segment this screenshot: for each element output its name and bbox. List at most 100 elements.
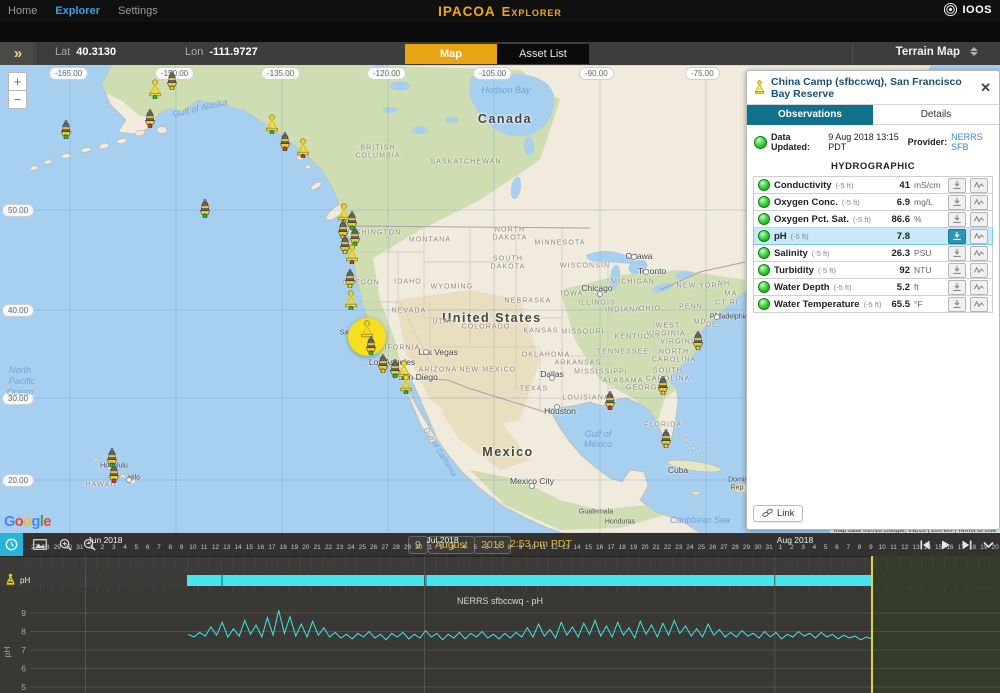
day-tick-label[interactable]: 29	[743, 544, 750, 551]
day-tick-label[interactable]: 13	[562, 544, 569, 551]
day-tick-label[interactable]: 26	[709, 544, 716, 551]
day-tick-label[interactable]: 8	[168, 544, 172, 551]
buoy-marker[interactable]	[344, 244, 360, 264]
buoy-marker[interactable]	[106, 463, 122, 483]
buoy-marker[interactable]	[277, 131, 293, 151]
day-tick-label[interactable]: 27	[31, 544, 38, 551]
day-tick-label[interactable]: 29	[54, 544, 61, 551]
day-tick-label[interactable]: 2	[101, 544, 105, 551]
day-tick-label[interactable]: 30	[754, 544, 761, 551]
observation-row-turbidity[interactable]: Turbidity(-5 ft)92NTU	[753, 262, 993, 279]
day-tick-label[interactable]: 7	[846, 544, 850, 551]
day-tick-label[interactable]: 11	[540, 544, 547, 551]
day-tick-label[interactable]: 2	[440, 544, 444, 551]
observation-row-salinity[interactable]: Salinity(-5 ft)26.3PSU	[753, 245, 993, 262]
day-tick-label[interactable]: 21	[653, 544, 660, 551]
day-tick-label[interactable]: 25	[698, 544, 705, 551]
day-tick-label[interactable]: 18	[619, 544, 626, 551]
basemap-selector[interactable]: Terrain Map	[896, 46, 960, 58]
day-tick-label[interactable]: 20	[992, 544, 999, 551]
sparkline-button[interactable]	[970, 280, 988, 295]
buoy-marker[interactable]	[398, 374, 414, 394]
day-tick-label[interactable]: 15	[935, 544, 942, 551]
download-button[interactable]	[948, 229, 966, 244]
buoy-marker[interactable]	[147, 79, 163, 99]
day-tick-label[interactable]: 4	[462, 544, 466, 551]
observation-row-ph[interactable]: pH(-5 ft)7.8	[753, 228, 993, 245]
day-tick-label[interactable]: 9	[869, 544, 873, 551]
download-button[interactable]	[948, 263, 966, 278]
buoy-marker[interactable]	[658, 428, 674, 448]
buoy-marker[interactable]	[295, 138, 311, 158]
panel-tab-details[interactable]: Details	[873, 105, 999, 125]
day-tick-label[interactable]: 27	[381, 544, 388, 551]
day-tick-label[interactable]: 16	[946, 544, 953, 551]
provider-link[interactable]: NERRS SFB	[951, 132, 992, 152]
day-tick-label[interactable]: 10	[879, 544, 886, 551]
day-tick-label[interactable]: 1	[428, 544, 432, 551]
day-tick-label[interactable]: 21	[314, 544, 321, 551]
buoy-marker[interactable]	[343, 290, 359, 310]
nav-item-explorer[interactable]: Explorer	[55, 5, 100, 17]
day-tick-label[interactable]: 18	[969, 544, 976, 551]
day-tick-label[interactable]: 19	[980, 544, 987, 551]
basemap-selector-arrows-icon[interactable]	[970, 47, 978, 56]
day-tick-label[interactable]: 3	[801, 544, 805, 551]
day-tick-label[interactable]: 4	[123, 544, 127, 551]
buoy-marker[interactable]	[342, 268, 358, 288]
day-tick-label[interactable]: 1	[779, 544, 783, 551]
day-tick-label[interactable]: 12	[551, 544, 558, 551]
buoy-marker[interactable]	[58, 119, 74, 139]
observation-row-water-temperature[interactable]: Water Temperature(-5 ft)65.5°F	[753, 296, 993, 313]
buoy-marker[interactable]	[690, 330, 706, 350]
day-tick-label[interactable]: 11	[201, 544, 208, 551]
day-tick-label[interactable]: 3	[451, 544, 455, 551]
sparkline-button[interactable]	[970, 263, 988, 278]
day-tick-label[interactable]: 25	[359, 544, 366, 551]
day-tick-label[interactable]: 7	[496, 544, 500, 551]
time-mode-button[interactable]	[0, 533, 23, 556]
day-tick-label[interactable]: 22	[325, 544, 332, 551]
sparkline-button[interactable]	[970, 297, 988, 312]
download-button[interactable]	[948, 195, 966, 210]
day-tick-label[interactable]: 23	[336, 544, 343, 551]
sparkline-button[interactable]	[970, 229, 988, 244]
day-tick-label[interactable]: 14	[234, 544, 241, 551]
timeline-cursor[interactable]	[871, 556, 873, 693]
day-tick-label[interactable]: 6	[835, 544, 839, 551]
day-tick-label[interactable]: 28	[393, 544, 400, 551]
day-tick-label[interactable]: 23	[675, 544, 682, 551]
day-tick-label[interactable]: 11	[890, 544, 897, 551]
buoy-marker[interactable]	[164, 70, 180, 90]
day-tick-label[interactable]: 27	[720, 544, 727, 551]
download-button[interactable]	[948, 246, 966, 261]
day-tick-label[interactable]: 28	[732, 544, 739, 551]
sparkline-button[interactable]	[970, 195, 988, 210]
day-tick-label[interactable]: 31	[766, 544, 773, 551]
day-tick-label[interactable]: 16	[596, 544, 603, 551]
day-tick-label[interactable]: 13	[223, 544, 230, 551]
observation-row-conductivity[interactable]: Conductivity(-5 ft)41mS/cm	[753, 176, 993, 194]
buoy-marker[interactable]	[142, 108, 158, 128]
observation-row-oxygen-conc-[interactable]: Oxygen Conc.(-5 ft)6.9mg/L	[753, 194, 993, 211]
day-tick-label[interactable]: 3	[112, 544, 116, 551]
download-button[interactable]	[948, 178, 966, 193]
observation-row-water-depth[interactable]: Water Depth(-5 ft)5.2ft	[753, 279, 993, 296]
nav-item-settings[interactable]: Settings	[118, 5, 158, 17]
data-availability-bar[interactable]	[187, 575, 872, 586]
day-tick-label[interactable]: 28	[42, 544, 49, 551]
day-tick-label[interactable]: 15	[585, 544, 592, 551]
day-tick-label[interactable]: 4	[813, 544, 817, 551]
day-tick-label[interactable]: 14	[924, 544, 931, 551]
day-tick-label[interactable]: 10	[189, 544, 196, 551]
panel-tab-observations[interactable]: Observations	[747, 105, 873, 125]
buoy-marker[interactable]	[197, 198, 213, 218]
day-tick-label[interactable]: 26	[370, 544, 377, 551]
day-tick-label[interactable]: 5	[824, 544, 828, 551]
buoy-marker[interactable]	[655, 375, 671, 395]
day-tick-label[interactable]: 8	[507, 544, 511, 551]
day-tick-label[interactable]: 30	[65, 544, 72, 551]
download-button[interactable]	[948, 212, 966, 227]
day-tick-label[interactable]: 9	[519, 544, 523, 551]
day-tick-label[interactable]: 17	[268, 544, 275, 551]
